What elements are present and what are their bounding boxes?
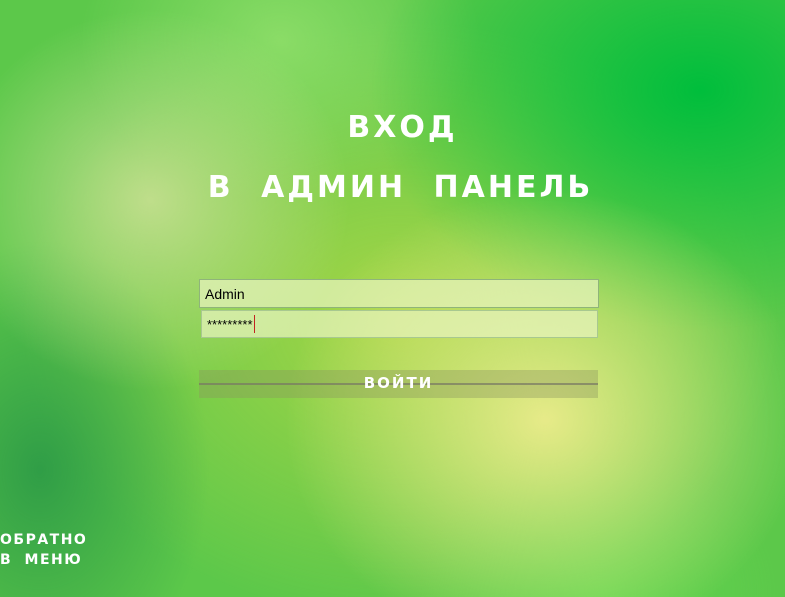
- back-to-menu-link[interactable]: ОБРАТНО В МЕНЮ: [0, 530, 87, 570]
- page-title-line1: ВХОД: [347, 110, 458, 145]
- login-button[interactable]: ВОЙТИ: [199, 370, 598, 398]
- password-value: *********: [207, 316, 253, 332]
- username-field[interactable]: Admin: [199, 279, 599, 308]
- back-link-line1: ОБРАТНО: [0, 532, 88, 548]
- login-button-label: ВОЙТИ: [363, 374, 434, 392]
- page-title-line2: В АДМИН ПАНЕЛЬ: [207, 170, 594, 205]
- text-caret: [253, 315, 255, 333]
- password-field[interactable]: *********: [201, 310, 598, 338]
- back-link-line2: В МЕНЮ: [0, 552, 83, 568]
- username-value: Admin: [205, 285, 245, 302]
